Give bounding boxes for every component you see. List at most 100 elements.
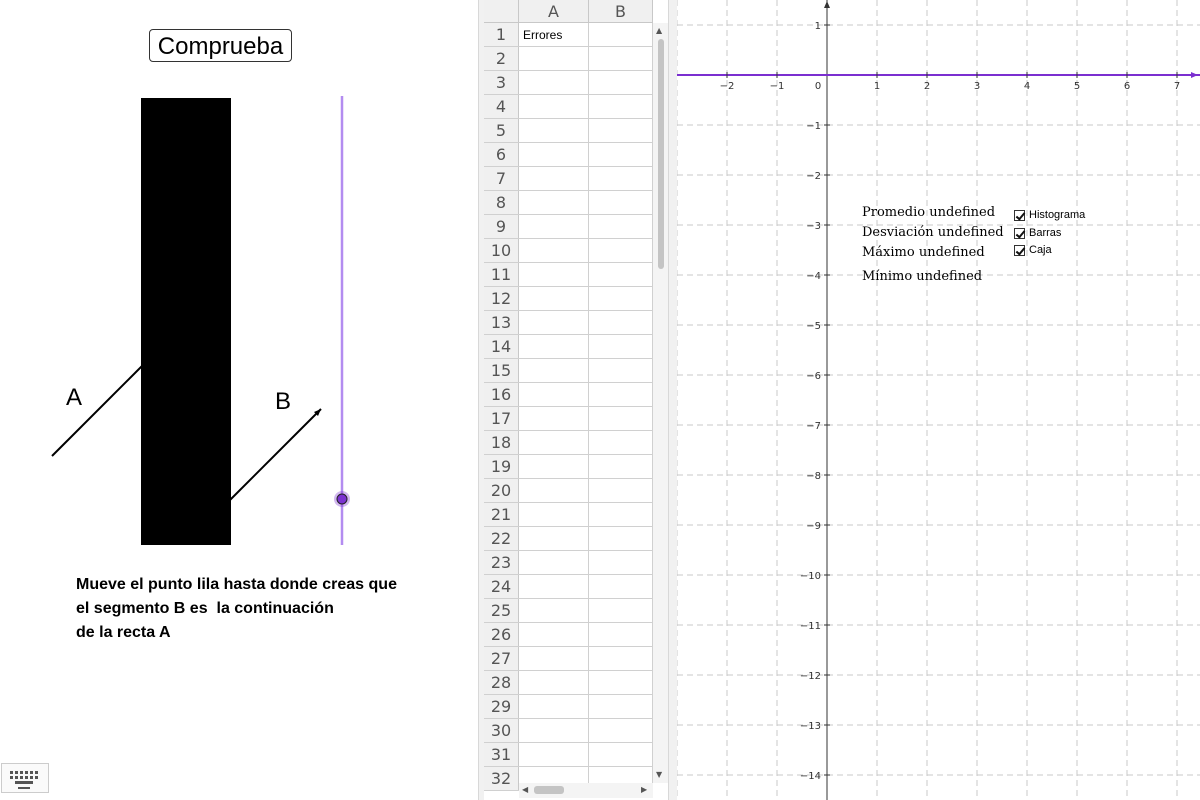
cell-a15[interactable] [519, 359, 589, 382]
cell-b19[interactable] [589, 455, 653, 478]
scroll-left-icon[interactable]: ◀ [522, 786, 528, 794]
cell-b8[interactable] [589, 191, 653, 214]
row-header[interactable]: 13 [484, 311, 519, 334]
column-header-b[interactable]: B [589, 0, 653, 23]
row-header[interactable]: 29 [484, 695, 519, 718]
vertical-scrollbar[interactable]: ▲ ▼ [653, 23, 668, 783]
row-header[interactable]: 19 [484, 455, 519, 478]
cell-b31[interactable] [589, 743, 653, 766]
cell-a30[interactable] [519, 719, 589, 742]
cell-b13[interactable] [589, 311, 653, 334]
cell-a14[interactable] [519, 335, 589, 358]
row-header[interactable]: 4 [484, 95, 519, 118]
row-header[interactable]: 16 [484, 383, 519, 406]
cell-a26[interactable] [519, 623, 589, 646]
row-header[interactable]: 32 [484, 767, 519, 790]
graphics-view[interactable]: −2 −1 0 1 2 3 4 5 6 7 1 −1 −2 −3 −4 −5 −6 −7 −8 −9 −10 −11 −12… [677, 0, 1200, 800]
cell-b11[interactable] [589, 263, 653, 286]
row-header[interactable]: 7 [484, 167, 519, 190]
cell-b4[interactable] [589, 95, 653, 118]
row-header[interactable]: 24 [484, 575, 519, 598]
cell-a9[interactable] [519, 215, 589, 238]
horizontal-scrollbar[interactable]: ◀ ▶ [519, 783, 653, 798]
cell-b21[interactable] [589, 503, 653, 526]
cell-b15[interactable] [589, 359, 653, 382]
cell-a23[interactable] [519, 551, 589, 574]
cell-a3[interactable] [519, 71, 589, 94]
keyboard-button[interactable] [1, 763, 49, 793]
row-header[interactable]: 21 [484, 503, 519, 526]
row-header[interactable]: 6 [484, 143, 519, 166]
vertical-scroll-thumb[interactable] [658, 39, 664, 269]
spreadsheet-corner[interactable] [484, 0, 519, 23]
cell-a31[interactable] [519, 743, 589, 766]
column-header-a[interactable]: A [519, 0, 589, 23]
scroll-right-icon[interactable]: ▶ [641, 786, 647, 794]
cell-a17[interactable] [519, 407, 589, 430]
scroll-down-icon[interactable]: ▼ [656, 771, 662, 779]
cell-b7[interactable] [589, 167, 653, 190]
cell-a5[interactable] [519, 119, 589, 142]
cell-b6[interactable] [589, 143, 653, 166]
row-header[interactable]: 28 [484, 671, 519, 694]
row-header[interactable]: 17 [484, 407, 519, 430]
cell-a29[interactable] [519, 695, 589, 718]
cell-b12[interactable] [589, 287, 653, 310]
row-header[interactable]: 30 [484, 719, 519, 742]
row-header[interactable]: 25 [484, 599, 519, 622]
row-header[interactable]: 9 [484, 215, 519, 238]
cell-b3[interactable] [589, 71, 653, 94]
checkbox-histograma[interactable]: Histograma [1014, 208, 1085, 222]
checkbox-caja[interactable]: Caja [1014, 243, 1052, 257]
cell-b18[interactable] [589, 431, 653, 454]
cell-a11[interactable] [519, 263, 589, 286]
cell-b27[interactable] [589, 647, 653, 670]
slider-point[interactable] [336, 493, 348, 505]
cell-a10[interactable] [519, 239, 589, 262]
horizontal-scroll-thumb[interactable] [534, 786, 564, 794]
row-header[interactable]: 20 [484, 479, 519, 502]
cell-a24[interactable] [519, 575, 589, 598]
row-header[interactable]: 3 [484, 71, 519, 94]
cell-a27[interactable] [519, 647, 589, 670]
cell-a25[interactable] [519, 599, 589, 622]
row-header[interactable]: 18 [484, 431, 519, 454]
row-header[interactable]: 22 [484, 527, 519, 550]
checkbox-barras[interactable]: Barras [1014, 226, 1061, 240]
cell-b5[interactable] [589, 119, 653, 142]
cell-a2[interactable] [519, 47, 589, 70]
row-header[interactable]: 23 [484, 551, 519, 574]
cell-a8[interactable] [519, 191, 589, 214]
scroll-up-icon[interactable]: ▲ [656, 27, 662, 35]
cell-b2[interactable] [589, 47, 653, 70]
checkbox-checked-icon[interactable] [1014, 227, 1025, 239]
cell-b16[interactable] [589, 383, 653, 406]
row-header[interactable]: 26 [484, 623, 519, 646]
row-header[interactable]: 27 [484, 647, 519, 670]
cell-a19[interactable] [519, 455, 589, 478]
cell-a20[interactable] [519, 479, 589, 502]
cell-b20[interactable] [589, 479, 653, 502]
row-header[interactable]: 31 [484, 743, 519, 766]
row-header[interactable]: 12 [484, 287, 519, 310]
cell-a6[interactable] [519, 143, 589, 166]
cell-b26[interactable] [589, 623, 653, 646]
cell-b22[interactable] [589, 527, 653, 550]
coordinate-plane[interactable]: −2 −1 0 1 2 3 4 5 6 71−1−2−3−4−5−6−7−8−9−10−11−12… [677, 0, 1200, 800]
row-header[interactable]: 1 [484, 23, 519, 46]
cell-b30[interactable] [589, 719, 653, 742]
cell-a18[interactable] [519, 431, 589, 454]
row-header[interactable]: 11 [484, 263, 519, 286]
cell-a22[interactable] [519, 527, 589, 550]
cell-b29[interactable] [589, 695, 653, 718]
cell-a28[interactable] [519, 671, 589, 694]
cell-a4[interactable] [519, 95, 589, 118]
cell-b14[interactable] [589, 335, 653, 358]
cell-a16[interactable] [519, 383, 589, 406]
cell-a7[interactable] [519, 167, 589, 190]
cell-b10[interactable] [589, 239, 653, 262]
cell-a21[interactable] [519, 503, 589, 526]
row-header[interactable]: 14 [484, 335, 519, 358]
row-header[interactable]: 15 [484, 359, 519, 382]
cell-a13[interactable] [519, 311, 589, 334]
